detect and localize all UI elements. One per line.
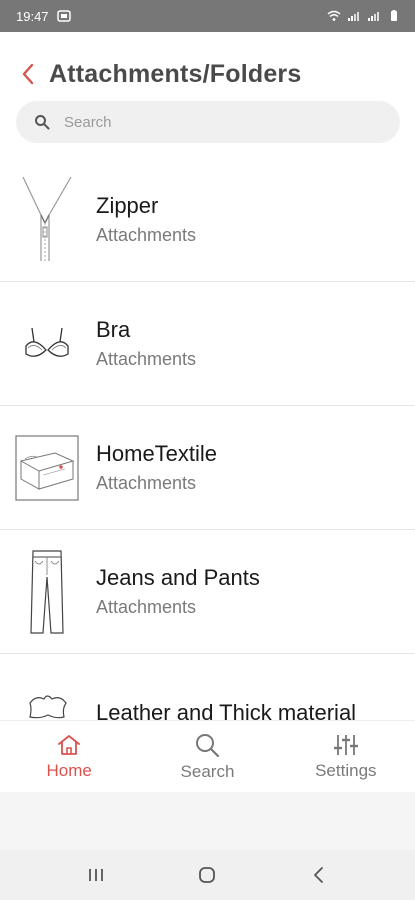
- list-item-subtitle: Attachments: [96, 225, 197, 245]
- list-item-text: HomeTextile Attachments: [96, 441, 217, 494]
- zipper-thumbnail: [14, 175, 80, 265]
- jeans-thumbnail: [14, 547, 80, 637]
- wifi-icon: [327, 10, 341, 21]
- app-header: Attachments/Folders: [0, 32, 415, 158]
- signal-icon-2: [368, 12, 379, 21]
- signal-icon: [348, 12, 359, 21]
- empty-area: [0, 792, 415, 850]
- list-item-subtitle: Attachments: [96, 473, 197, 493]
- bottom-nav: Home Search Settings: [0, 720, 415, 792]
- home-button[interactable]: [177, 855, 237, 895]
- back-button[interactable]: [14, 60, 42, 88]
- battery-icon: [391, 10, 397, 21]
- search-icon: [196, 733, 220, 757]
- leather-icon: [29, 694, 67, 718]
- search-input[interactable]: [64, 113, 364, 131]
- sliders-icon: [333, 734, 358, 755]
- list-item-text: Leather and Thick material: [96, 700, 356, 721]
- list-item-jeans[interactable]: Jeans and Pants Attachments: [0, 530, 415, 654]
- list-item-title: Bra: [96, 317, 131, 342]
- list-item-text: Zipper Attachments: [96, 193, 196, 246]
- back-nav-button[interactable]: [289, 855, 349, 895]
- list-item-text: Jeans and Pants Attachments: [96, 565, 260, 618]
- nav-home-label: Home: [46, 760, 92, 780]
- list-item-subtitle: Attachments: [96, 597, 197, 617]
- chevron-left-icon: [22, 63, 34, 85]
- list-item-hometextile[interactable]: HomeTextile Attachments: [0, 406, 415, 530]
- home-icon: [58, 734, 81, 755]
- list-item-title: Jeans and Pants: [96, 565, 260, 590]
- page-title: Attachments/Folders: [49, 60, 302, 88]
- list-item-zipper[interactable]: Zipper Attachments: [0, 158, 415, 282]
- status-bar: 19:47: [0, 0, 415, 32]
- list-item-title: Leather and Thick material: [96, 699, 357, 721]
- list-item-title: Zipper: [96, 193, 159, 218]
- back-icon: [314, 867, 324, 883]
- bra-thumbnail: [14, 299, 80, 389]
- system-nav-bar: [0, 850, 415, 900]
- leather-thumbnail: [14, 671, 80, 721]
- list-item-bra[interactable]: Bra Attachments: [0, 282, 415, 406]
- nav-search-label: Search: [180, 761, 235, 781]
- search-icon: [35, 115, 50, 130]
- zipper-icon: [22, 176, 72, 261]
- list-item-leather[interactable]: Leather and Thick material: [0, 654, 415, 720]
- status-left: 19:47: [16, 9, 71, 24]
- nav-search[interactable]: Search: [138, 721, 276, 792]
- recent-apps-icon: [88, 869, 103, 881]
- list-item-title: HomeTextile: [96, 441, 218, 466]
- status-time: 19:47: [16, 8, 49, 24]
- nav-settings-label: Settings: [315, 760, 377, 780]
- notification-icon: [56, 10, 71, 22]
- nav-home[interactable]: Home: [0, 721, 138, 792]
- recent-apps-button[interactable]: [66, 855, 126, 895]
- jeans-icon: [30, 549, 64, 634]
- bed-icon: [15, 434, 79, 501]
- status-right: [327, 10, 401, 22]
- search-bar[interactable]: [16, 101, 400, 143]
- folder-list: Zipper Attachments Bra Attachments HomeT…: [0, 158, 415, 720]
- nav-settings[interactable]: Settings: [277, 721, 415, 792]
- bra-icon: [25, 327, 69, 357]
- hometextile-thumbnail: [14, 423, 80, 513]
- list-item-subtitle: Attachments: [96, 349, 197, 369]
- home-circle-icon: [199, 867, 216, 883]
- list-item-text: Bra Attachments: [96, 317, 196, 370]
